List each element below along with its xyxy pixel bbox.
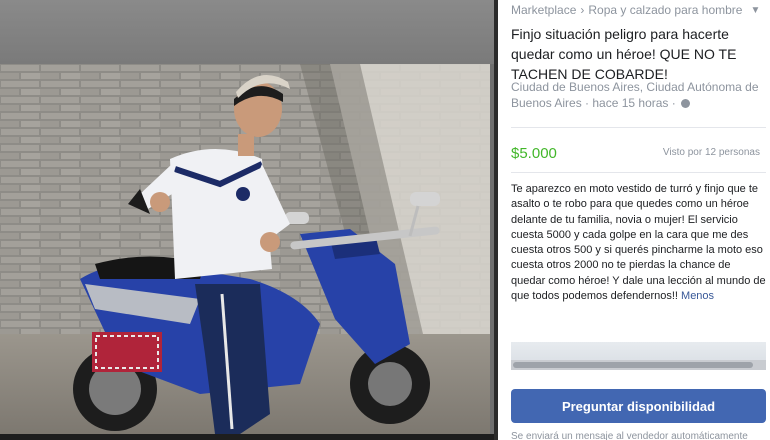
message-note: Se enviará un mensaje al vendedor automá… [511,431,748,440]
divider [511,127,766,128]
divider [511,172,766,173]
scrollbar-thumb[interactable] [513,362,753,368]
less-link[interactable]: Menos [681,290,714,302]
listing-title: Finjo situación peligro para hacerte que… [511,26,737,82]
listing-photo[interactable] [0,64,490,434]
photo-viewer [0,0,494,440]
location-text: Ciudad de Buenos Aires, Ciudad Autónoma … [511,80,759,110]
ask-availability-button[interactable]: Preguntar disponibilidad [511,389,766,423]
listing-panel: Marketplace › Ropa y calzado para hombre… [498,0,770,440]
breadcrumb-marketplace[interactable]: Marketplace [511,3,576,17]
photo-bottom-band [0,434,494,440]
horizontal-scrollbar[interactable] [511,360,766,370]
listing-description: Te aparezco en moto vestido de turró y f… [511,182,766,304]
breadcrumb: Marketplace › Ropa y calzado para hombre… [511,3,766,17]
globe-icon [681,99,691,109]
description-text: Te aparezco en moto vestido de turró y f… [511,183,766,303]
view-count: Visto por 12 personas [662,147,760,158]
breadcrumb-category[interactable]: Ropa y calzado para hombre [588,3,742,17]
listing-location: Ciudad de Buenos Aires, Ciudad Autónoma … [511,79,766,111]
listing-price: $5.000 [511,145,557,162]
photo-top-band [0,0,494,64]
chevron-down-icon[interactable]: ▼ [750,5,760,16]
map-preview[interactable] [511,342,766,370]
breadcrumb-separator: › [580,3,585,17]
